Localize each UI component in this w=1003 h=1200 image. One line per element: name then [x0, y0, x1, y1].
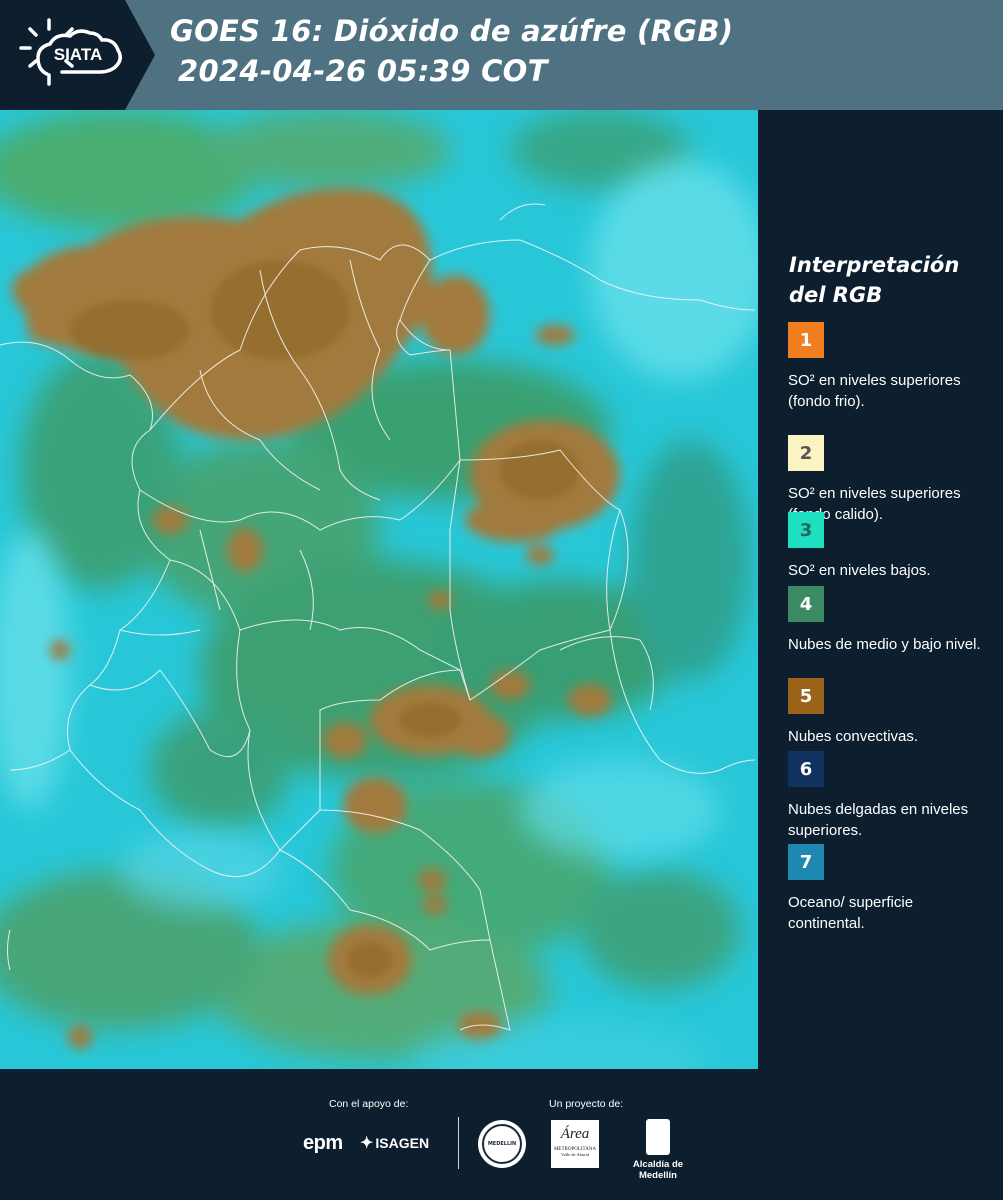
legend-item-7: 7 Oceano/ superficie continental.	[788, 844, 993, 934]
isagen-logo-icon: ✦	[360, 1135, 374, 1152]
legend-title-line1: Interpretación	[789, 253, 960, 277]
area-metropolitana-logo: Área METROPOLITANA Valle de Aburrá	[551, 1120, 599, 1168]
legend-label: Nubes de medio y bajo nivel.	[788, 636, 981, 653]
legend-swatch: 7	[788, 844, 824, 880]
legend-label: Nubes convectivas.	[788, 728, 919, 745]
legend-label: SO² en niveles superiores (fondo frio).	[788, 372, 961, 410]
legend-item-6: 6 Nubes delgadas en niveles superiores.	[788, 751, 993, 841]
legend-swatch: 4	[788, 586, 824, 622]
legend-item-1: 1 SO² en niveles superiores (fondo frio).	[788, 322, 993, 412]
footer-divider	[458, 1117, 459, 1169]
medellin-seal-text: MEDELLIN	[487, 1141, 517, 1147]
epm-logo: epm	[303, 1132, 343, 1154]
legend-label: Nubes delgadas en niveles superiores.	[788, 801, 969, 839]
siata-logo: SIATA	[0, 0, 155, 110]
legend-label: Oceano/ superficie continental.	[788, 894, 914, 932]
legend-title-line2: del RGB	[789, 283, 883, 307]
legend-swatch: 1	[788, 322, 824, 358]
area-metropolitana-sub2: Valle de Aburrá	[560, 1152, 590, 1157]
legend-swatch: 5	[788, 678, 824, 714]
legend-title: Interpretación del RGB	[789, 250, 989, 310]
legend-item-5: 5 Nubes convectivas.	[788, 678, 993, 747]
area-metropolitana-title: Área	[560, 1126, 590, 1142]
isagen-logo-text: ISAGEN	[375, 1135, 430, 1151]
medellin-seal-logo: MEDELLIN	[478, 1120, 526, 1168]
page-title: GOES 16: Dióxido de azúfre (RGB)	[170, 14, 734, 48]
legend-item-3: 3 SO² en niveles bajos.	[788, 512, 993, 581]
isagen-logo: ✦ ISAGEN	[360, 1133, 429, 1153]
legend-panel: Interpretación del RGB 1 SO² en niveles s…	[758, 110, 1003, 1069]
page-timestamp: 2024-04-26 05:39 COT	[178, 54, 548, 88]
legend-swatch: 3	[788, 512, 824, 548]
legend-label: SO² en niveles bajos.	[788, 562, 931, 579]
legend-item-4: 4 Nubes de medio y bajo nivel.	[788, 586, 993, 655]
satellite-map	[0, 110, 770, 1100]
legend-swatch: 2	[788, 435, 824, 471]
alcaldia-shield-icon	[646, 1119, 670, 1155]
footer: Con el apoyo de: Un proyecto de: epm ✦ IS…	[0, 1069, 1003, 1200]
alcaldia-medellin-logo: Alcaldía de Medellín	[613, 1119, 703, 1181]
legend-swatch: 6	[788, 751, 824, 787]
header: SIATA GOES 16: Dióxido de azúfre (RGB) 2…	[0, 0, 1003, 110]
alcaldia-medellin-text: Alcaldía de Medellín	[632, 1159, 684, 1181]
support-caption: Con el apoyo de:	[329, 1098, 409, 1110]
project-caption: Un proyecto de:	[549, 1098, 624, 1110]
siata-logo-text: SIATA	[54, 45, 102, 64]
